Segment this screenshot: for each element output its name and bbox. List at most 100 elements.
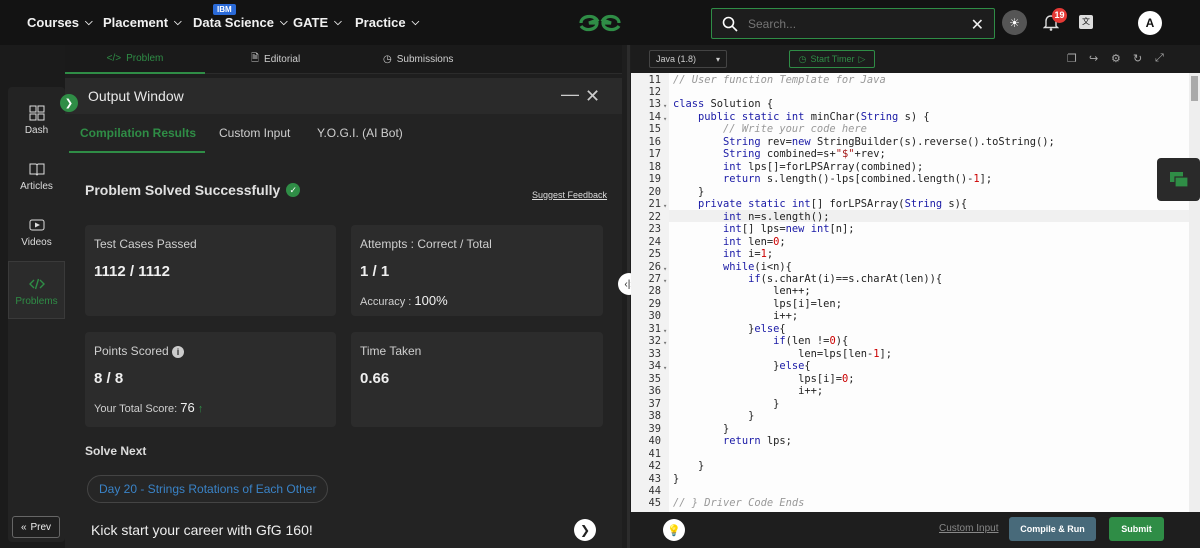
line-number: 11 bbox=[648, 73, 661, 86]
submit-button[interactable]: Submit bbox=[1109, 517, 1164, 541]
code-line: i++; bbox=[773, 310, 799, 323]
language-select[interactable]: Java (1.8) ▾ bbox=[649, 50, 727, 68]
code-line: len=lps[len-1]; bbox=[798, 347, 893, 360]
line-number: 38 bbox=[648, 410, 661, 423]
chevron-down-icon: ⌵ bbox=[279, 17, 288, 28]
fold-toggle-icon[interactable]: ▾ bbox=[663, 263, 667, 275]
theme-toggle-button[interactable]: ☀ bbox=[1002, 10, 1027, 35]
nav-courses[interactable]: Courses ⌵ bbox=[27, 0, 93, 45]
tab-custom-input[interactable]: Custom Input bbox=[219, 126, 290, 140]
sidebar-item-articles[interactable]: Articles bbox=[8, 161, 65, 192]
problem-tabs: </> Problem 🗎 Editorial ◷ Submissions bbox=[65, 45, 622, 74]
code-line: String combined=s+"$"+rev; bbox=[723, 148, 886, 161]
chevron-right-icon[interactable]: ❯ bbox=[574, 519, 596, 541]
line-number: 35 bbox=[648, 372, 661, 385]
prev-button[interactable]: «Prev bbox=[12, 516, 60, 538]
line-number: 28 bbox=[648, 285, 661, 298]
code-line: int len=0; bbox=[723, 235, 786, 248]
fold-toggle-icon[interactable]: ▾ bbox=[663, 275, 667, 287]
nav-gate[interactable]: GATE ⌵ bbox=[293, 0, 342, 45]
close-icon[interactable]: ✕ bbox=[585, 86, 600, 107]
code-line: // User function Template for Java bbox=[673, 73, 886, 86]
fold-toggle-icon[interactable]: ▾ bbox=[663, 100, 667, 112]
accuracy-label: Accuracy : bbox=[360, 296, 412, 308]
next-problem-chip[interactable]: Day 20 - Strings Rotations of Each Other bbox=[87, 475, 329, 503]
search-box[interactable]: ✕ bbox=[711, 8, 995, 39]
panel-divider[interactable] bbox=[627, 45, 630, 548]
time-label: Time Taken bbox=[360, 344, 422, 358]
fold-toggle-icon[interactable]: ▾ bbox=[663, 200, 667, 212]
output-tabs: Compilation Results Custom Input Y.O.G.I… bbox=[65, 114, 622, 152]
nav-data-science[interactable]: Data Science ⌵ bbox=[193, 0, 288, 45]
lightbulb-icon[interactable]: 💡 bbox=[663, 519, 685, 541]
play-icon: ▷ bbox=[858, 53, 866, 64]
line-number: 31 bbox=[648, 322, 661, 335]
code-line: private static int[] forLPSArray(String … bbox=[698, 198, 968, 211]
reset-icon[interactable]: ↻ bbox=[1133, 52, 1145, 65]
sidebar-nav: Dash Articles Videos Problems bbox=[8, 87, 65, 542]
sidebar-item-dash[interactable]: Dash bbox=[8, 105, 65, 136]
chat-button[interactable] bbox=[1157, 158, 1200, 201]
gfg-logo[interactable] bbox=[575, 10, 625, 36]
avatar[interactable]: A bbox=[1138, 11, 1162, 35]
suggest-feedback-link[interactable]: Suggest Feedback bbox=[532, 190, 607, 200]
clear-search-icon[interactable]: ✕ bbox=[971, 15, 984, 35]
line-number: 16 bbox=[648, 135, 661, 148]
solve-next-heading: Solve Next bbox=[85, 444, 147, 458]
info-icon[interactable]: i bbox=[172, 346, 185, 358]
minimize-icon[interactable]: — bbox=[561, 84, 579, 105]
code-line: class Solution { bbox=[673, 98, 774, 111]
attempts-value: 1 / 1 bbox=[360, 263, 390, 280]
double-chevron-left-icon: « bbox=[20, 521, 27, 533]
output-window: Output Window — ✕ Compilation Results Cu… bbox=[65, 78, 622, 548]
translate-icon[interactable]: 文 bbox=[1079, 15, 1093, 29]
time-value: 0.66 bbox=[360, 370, 390, 387]
dashboard-icon bbox=[29, 105, 44, 121]
export-icon[interactable]: ↪ bbox=[1089, 52, 1101, 65]
compile-run-button[interactable]: Compile & Run bbox=[1009, 517, 1096, 541]
settings-icon[interactable]: ⚙ bbox=[1111, 52, 1123, 65]
active-tab-indicator bbox=[69, 151, 205, 153]
code-line: int i=1; bbox=[723, 248, 774, 261]
line-number: 33 bbox=[648, 347, 661, 360]
sidebar-label: Problems bbox=[15, 296, 58, 307]
sidebar-item-problems[interactable]: Problems bbox=[8, 261, 65, 319]
fold-toggle-icon[interactable]: ▾ bbox=[663, 337, 667, 349]
fold-toggle-icon[interactable]: ▾ bbox=[663, 325, 667, 337]
nav-placement[interactable]: Placement ⌵ bbox=[103, 0, 182, 45]
tab-problem[interactable]: </> Problem bbox=[65, 45, 205, 74]
code-editor[interactable]: 11 // User function Template for Java 12 13… bbox=[631, 73, 1189, 512]
line-number: 24 bbox=[648, 235, 661, 248]
code-line: } bbox=[673, 410, 755, 423]
search-input[interactable] bbox=[748, 16, 958, 31]
editor-toolbar: Java (1.8) ▾ ◷ Start Timer ▷ ❐ ↪ ⚙ ↻ ⤢ bbox=[631, 45, 1200, 73]
timer-icon: ◷ bbox=[798, 53, 807, 64]
tab-compilation-results[interactable]: Compilation Results bbox=[80, 126, 196, 140]
tab-submissions[interactable]: ◷ Submissions bbox=[383, 45, 453, 74]
custom-input-link[interactable]: Custom Input bbox=[939, 523, 998, 534]
tab-yogi-bot[interactable]: Y.O.G.I. (AI Bot) bbox=[317, 126, 403, 140]
tab-editorial[interactable]: 🗎 Editorial bbox=[251, 45, 300, 74]
notification-badge: 19 bbox=[1052, 8, 1067, 23]
fold-toggle-icon[interactable]: ▾ bbox=[663, 113, 667, 125]
collapse-panel-button[interactable]: ❯ bbox=[60, 94, 78, 112]
caret-down-icon: ▾ bbox=[715, 54, 720, 64]
total-score-label: Your Total Score: bbox=[94, 403, 178, 415]
scrollbar-thumb[interactable] bbox=[1191, 76, 1198, 101]
start-timer-button[interactable]: ◷ Start Timer ▷ bbox=[789, 50, 875, 68]
code-line: }else{ bbox=[673, 360, 811, 373]
fold-toggle-icon[interactable]: ▾ bbox=[663, 362, 667, 374]
line-number: 22 bbox=[648, 210, 661, 223]
editor-scrollbar[interactable] bbox=[1189, 73, 1200, 512]
nav-practice[interactable]: Practice ⌵ bbox=[355, 0, 419, 45]
line-number: 29 bbox=[648, 297, 661, 310]
arrow-up-icon: ↑ bbox=[197, 403, 204, 415]
copy-icon[interactable]: ❐ bbox=[1067, 52, 1079, 65]
fullscreen-icon[interactable]: ⤢ bbox=[1155, 52, 1167, 64]
document-icon: 🗎 bbox=[251, 53, 260, 64]
chevron-down-icon: ⌵ bbox=[411, 17, 420, 28]
line-number: 15 bbox=[648, 123, 661, 136]
chevron-right-icon: ❯ bbox=[64, 97, 74, 109]
sidebar-item-videos[interactable]: Videos bbox=[8, 217, 65, 248]
chevron-down-icon: ⌵ bbox=[174, 17, 182, 28]
